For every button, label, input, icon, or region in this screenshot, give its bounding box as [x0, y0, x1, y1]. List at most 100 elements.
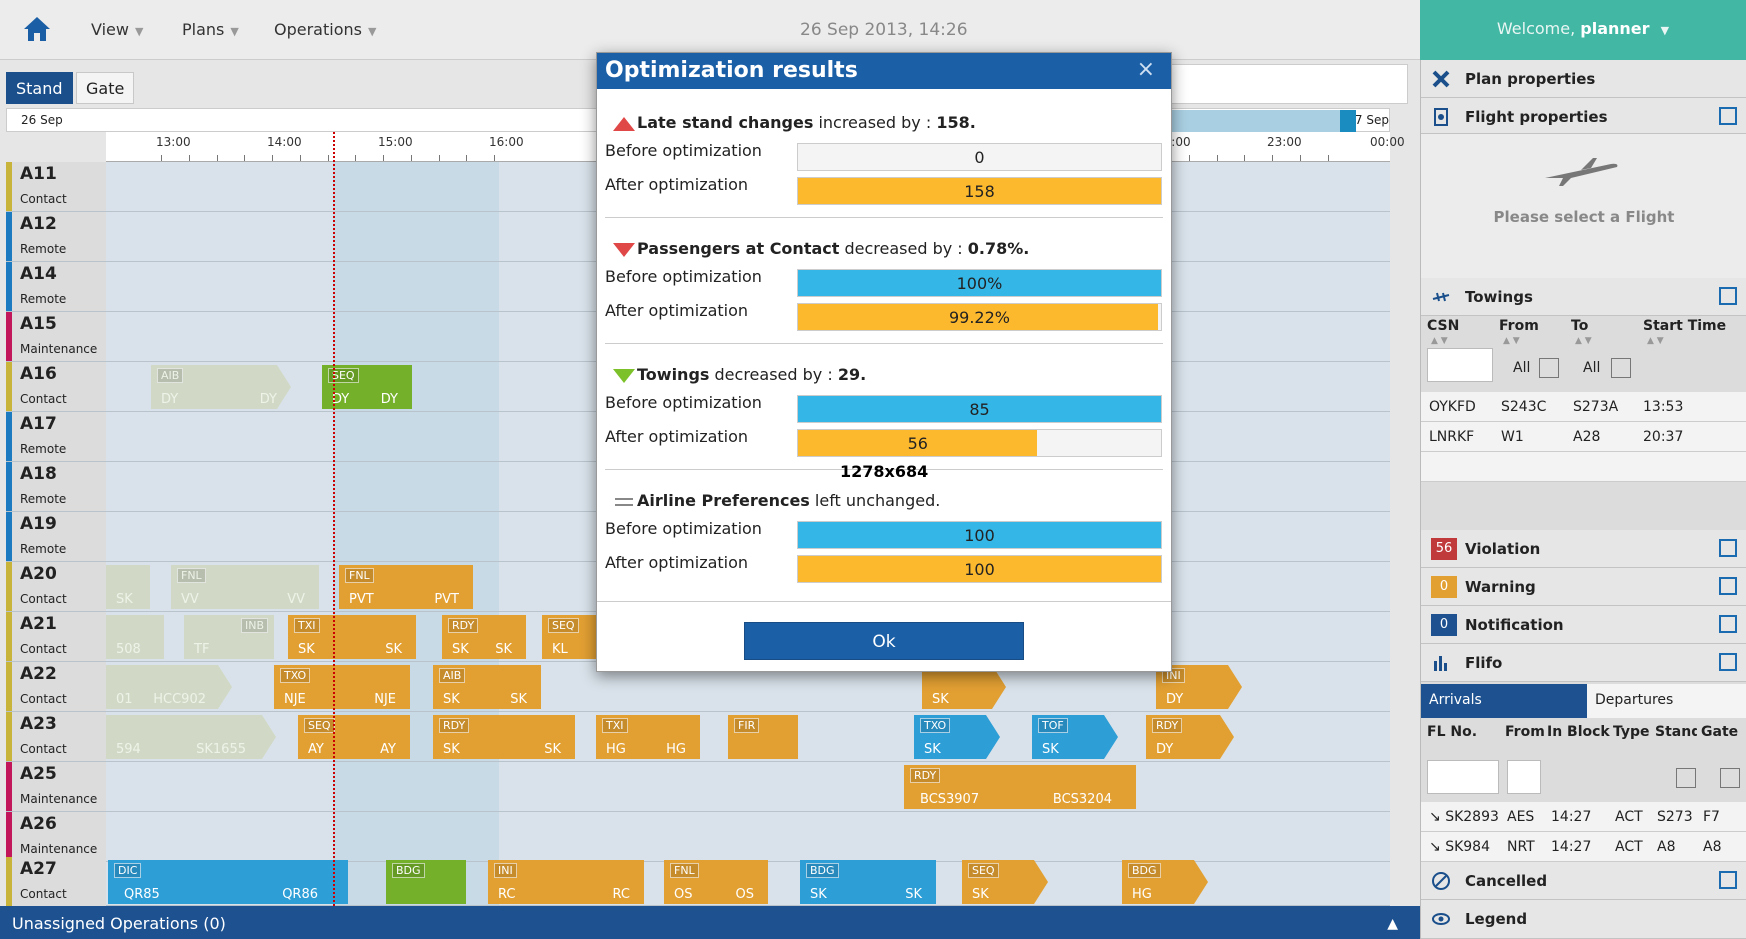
operation-bar[interactable]: SEQ KL: [542, 615, 596, 659]
stand-header[interactable]: A27 Contact: [6, 857, 106, 906]
operation-bar[interactable]: 01 HCC902: [106, 665, 232, 709]
stand-header[interactable]: A22 Contact: [6, 662, 106, 711]
tab-gate[interactable]: Gate: [76, 72, 135, 104]
flifo-col-flno[interactable]: FL No.: [1427, 724, 1477, 740]
sort-icon[interactable]: ▲ ▼: [1503, 336, 1520, 346]
operation-bar[interactable]: SEQ AY AY: [298, 715, 410, 759]
stand-header[interactable]: A25 Maintenance: [6, 762, 106, 811]
operation-bar[interactable]: 508: [106, 615, 164, 659]
timeline-scroll-handle[interactable]: [1340, 110, 1356, 132]
towings-col-start[interactable]: Start Time: [1643, 318, 1726, 334]
operation-bar[interactable]: TXI HG HG: [596, 715, 700, 759]
towings-col-to[interactable]: To: [1571, 318, 1588, 334]
operation-bar[interactable]: SK: [106, 565, 150, 609]
close-icon[interactable]: ×: [1137, 57, 1155, 82]
operation-bar[interactable]: DIC QR85 QR86: [108, 860, 348, 904]
operation-bar[interactable]: TOF SK: [1032, 715, 1118, 759]
external-link-icon[interactable]: [1719, 287, 1737, 305]
menu-plans[interactable]: Plans ▼: [182, 20, 239, 39]
external-link-icon[interactable]: [1719, 539, 1737, 557]
operation-bar[interactable]: BDG HG: [1122, 860, 1208, 904]
to-filter-value[interactable]: All: [1583, 360, 1600, 376]
operation-bar[interactable]: AIB SK SK: [433, 665, 541, 709]
flifo-col-inblock[interactable]: In Block: [1547, 724, 1610, 740]
user-menu[interactable]: Welcome, planner ▼: [1420, 0, 1746, 60]
operation-bar[interactable]: FNL VV VV: [171, 565, 319, 609]
stand-header[interactable]: A14 Remote: [6, 262, 106, 311]
dropdown-icon[interactable]: [1676, 768, 1696, 788]
external-link-icon[interactable]: [1719, 107, 1737, 125]
operation-bar[interactable]: TXI SK SK: [288, 615, 416, 659]
cancelled-section[interactable]: Cancelled: [1421, 862, 1746, 900]
operation-bar[interactable]: 594 SK1655: [106, 715, 276, 759]
external-link-icon[interactable]: [1719, 615, 1737, 633]
sort-icon[interactable]: ▲ ▼: [1431, 336, 1448, 346]
towings-col-csn[interactable]: CSN: [1427, 318, 1459, 334]
flifo-col-type[interactable]: Type: [1613, 724, 1650, 740]
violation-section[interactable]: 56 Violation: [1421, 530, 1746, 568]
external-link-icon[interactable]: [1719, 871, 1737, 889]
tab-departures[interactable]: Departures: [1587, 684, 1746, 718]
operation-bar[interactable]: AIB DY DY: [151, 365, 291, 409]
towings-section[interactable]: Towings: [1421, 278, 1746, 316]
tab-stand[interactable]: Stand: [6, 72, 73, 104]
operation-bar[interactable]: INI RC RC: [488, 860, 644, 904]
operation-bar[interactable]: FNL PVT PVT: [339, 565, 473, 609]
operation-bar[interactable]: FIR: [728, 715, 798, 759]
dropdown-icon[interactable]: [1539, 358, 1559, 378]
operation-bar[interactable]: SEQ SK: [962, 860, 1048, 904]
operation-bar[interactable]: INB TF: [184, 615, 274, 659]
legend-section[interactable]: Legend: [1421, 900, 1746, 939]
flifo-section[interactable]: Flifo: [1421, 644, 1746, 682]
ok-button[interactable]: Ok: [744, 622, 1024, 660]
towings-col-from[interactable]: From: [1499, 318, 1539, 334]
menu-operations[interactable]: Operations ▼: [274, 20, 376, 39]
warning-section[interactable]: 0 Warning: [1421, 568, 1746, 606]
tab-arrivals[interactable]: Arrivals: [1421, 684, 1587, 718]
stand-header[interactable]: A26 Maintenance: [6, 812, 106, 861]
table-row[interactable]: ↘ SK2893 AES 14:27 ACT S273 F7: [1421, 802, 1746, 832]
notification-section[interactable]: 0 Notification: [1421, 606, 1746, 644]
stand-header[interactable]: A23 Contact: [6, 712, 106, 761]
operation-bar[interactable]: SEQ DY DY: [322, 365, 412, 409]
operation-bar[interactable]: RDY SK SK: [442, 615, 526, 659]
flifo-col-stand[interactable]: Stand: [1655, 724, 1697, 740]
from-filter-value[interactable]: All: [1513, 360, 1530, 376]
operation-bar[interactable]: BDG SK SK: [800, 860, 936, 904]
from-filter-input[interactable]: [1507, 760, 1541, 794]
timeline-visible-range[interactable]: [1170, 110, 1340, 132]
table-row[interactable]: OYKFD S243C S273A 13:53: [1421, 392, 1746, 422]
external-link-icon[interactable]: [1719, 577, 1737, 595]
table-row[interactable]: LNRKF W1 A28 20:37: [1421, 422, 1746, 452]
stand-header[interactable]: A19 Remote: [6, 512, 106, 561]
operation-bar[interactable]: RDY SK SK: [433, 715, 575, 759]
stand-header[interactable]: A17 Remote: [6, 412, 106, 461]
external-link-icon[interactable]: [1719, 653, 1737, 671]
menu-view[interactable]: View ▼: [91, 20, 143, 39]
operation-bar[interactable]: BDG: [386, 860, 466, 904]
sort-icon[interactable]: ▲ ▼: [1647, 336, 1664, 346]
stand-header[interactable]: A15 Maintenance: [6, 312, 106, 361]
flifo-col-from[interactable]: From: [1505, 724, 1545, 740]
operation-bar[interactable]: FNL OS OS: [664, 860, 768, 904]
stand-header[interactable]: A11 Contact: [6, 162, 106, 211]
dropdown-icon[interactable]: [1720, 768, 1740, 788]
operation-bar[interactable]: TXO NJE NJE: [274, 665, 410, 709]
stand-header[interactable]: A18 Remote: [6, 462, 106, 511]
stand-header[interactable]: A16 Contact: [6, 362, 106, 411]
flifo-col-gate[interactable]: Gate: [1701, 724, 1738, 740]
operation-bar[interactable]: RDY DY: [1146, 715, 1234, 759]
plan-properties-section[interactable]: Plan properties: [1421, 60, 1746, 98]
csn-filter-input[interactable]: [1427, 348, 1493, 382]
search-input[interactable]: [1165, 64, 1408, 104]
stand-header[interactable]: A12 Remote: [6, 212, 106, 261]
dropdown-icon[interactable]: [1611, 358, 1631, 378]
home-icon[interactable]: [22, 14, 52, 44]
operation-bar[interactable]: TXO SK: [914, 715, 1000, 759]
operation-bar[interactable]: RDY BCS3907 BCS3204: [904, 765, 1136, 809]
stand-header[interactable]: A21 Contact: [6, 612, 106, 661]
table-row[interactable]: ↘ SK984 NRT 14:27 ACT A8 A8: [1421, 832, 1746, 862]
stand-header[interactable]: A20 Contact: [6, 562, 106, 611]
sort-icon[interactable]: ▲ ▼: [1575, 336, 1592, 346]
chevron-up-icon[interactable]: ▲: [1387, 916, 1398, 932]
